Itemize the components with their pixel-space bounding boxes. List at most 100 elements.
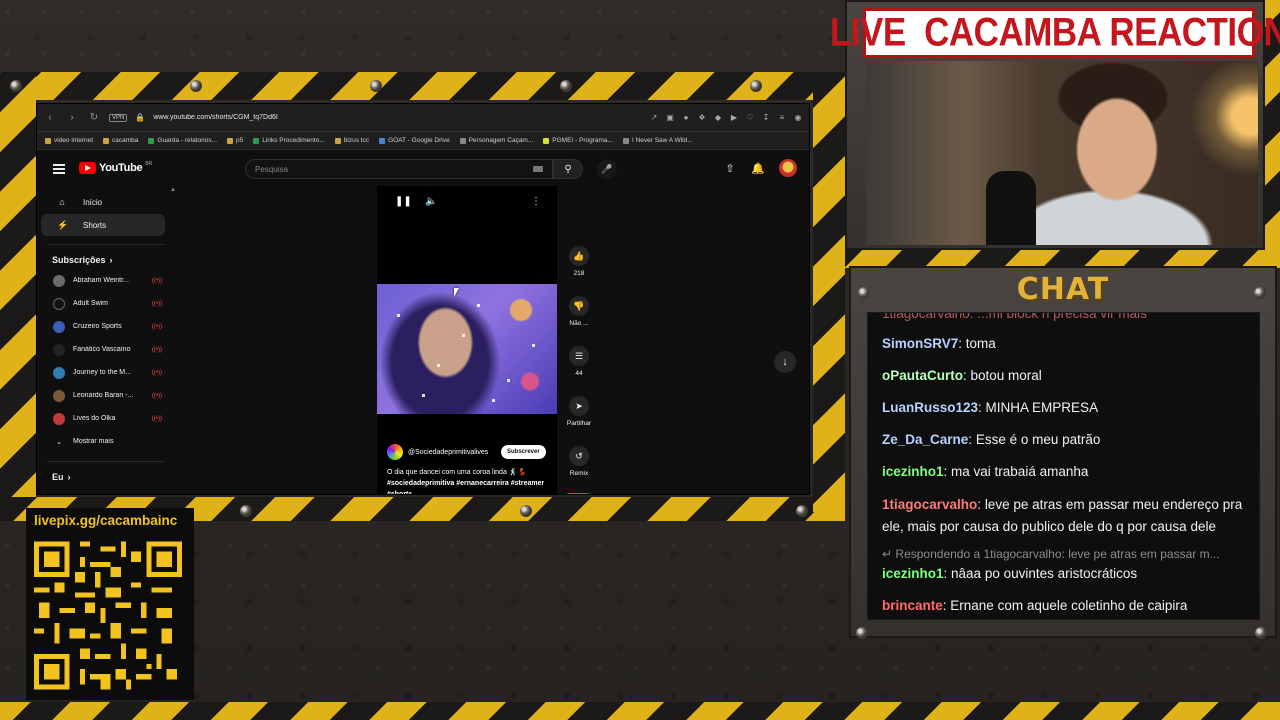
scroll-up-icon[interactable]: ▲ [170, 187, 176, 193]
sidebar-item-home[interactable]: ⌂ Início [41, 191, 165, 213]
channel-name[interactable]: @Sociedadeprimitivalives [408, 448, 496, 457]
back-icon[interactable]: ‹ [43, 112, 57, 123]
channel-avatar[interactable] [387, 444, 403, 460]
caption-hashtags[interactable]: #sociedadeprimitiva #ernanecarreira #str… [387, 478, 552, 494]
chat-text: toma [965, 336, 996, 351]
short-actions: 👍 218 👎 Não ... ☰ 44 ➤ Partilhar ↺ Remix [561, 246, 597, 494]
bookmark-item[interactable]: bizus tcc [334, 137, 370, 144]
bookmark-item[interactable]: Guarda - relatorios... [148, 137, 217, 144]
keyboard-icon[interactable] [533, 166, 543, 172]
chat-message: brincante: Ernane com aquele coletinho d… [882, 598, 1188, 613]
channel-avatar [53, 412, 65, 425]
folder-icon [45, 137, 51, 144]
dislike-action[interactable]: 👎 Não ... [569, 296, 589, 346]
bookmark-item[interactable]: p5 [227, 137, 243, 144]
subscription-item[interactable]: Leonardo Baran -... ((•)) [37, 384, 177, 407]
bookmark-item[interactable]: I Never Saw A Wild... [622, 137, 693, 144]
remix-action[interactable]: ↺ Remix [569, 446, 589, 494]
bolt [856, 627, 868, 639]
like-action[interactable]: 👍 218 [569, 246, 589, 296]
chat-text: nâaa po ouvintes aristocráticos [951, 566, 1138, 581]
bookmark-item[interactable]: video internet [45, 137, 93, 144]
browser-window: ‹ › ↻ VPN 🔒 www.youtube.com/shorts/CGM_t… [36, 103, 810, 495]
subscriptions-heading-label: Subscrições [52, 255, 106, 265]
reload-icon[interactable]: ↻ [87, 112, 101, 123]
bookmark-item[interactable]: PGMEI - Programa... [543, 137, 613, 144]
bolt [190, 80, 202, 92]
youtube-logo[interactable]: YouTube BR [79, 161, 152, 174]
subscription-item[interactable]: Cruzeiro Sports ((•)) [37, 315, 177, 338]
volume-icon[interactable]: 🔈 [425, 196, 437, 207]
bookmark-item[interactable]: Personagem Caçam... [459, 137, 533, 144]
address-bar[interactable]: www.youtube.com/shorts/CGM_tq7Dd6I [153, 114, 641, 121]
hamburger-menu-icon[interactable] [53, 164, 65, 174]
voice-search-button[interactable]: 🎤 [597, 159, 617, 179]
you-heading[interactable]: Eu › [37, 468, 177, 486]
bookmark-item[interactable]: cacamba [103, 137, 138, 144]
subscription-item[interactable]: Abraham Weintr... ((•)) [37, 269, 177, 292]
audio-thumbnail[interactable] [567, 493, 589, 494]
remix-label: Remix [569, 470, 589, 477]
share-action[interactable]: ➤ Partilhar [567, 396, 591, 446]
sidebar-item-shorts[interactable]: ⚡ Shorts [41, 214, 165, 236]
bolt [240, 505, 252, 517]
comments-action[interactable]: ☰ 44 [569, 346, 589, 396]
screenshot-icon[interactable]: ▣ [665, 113, 675, 122]
bookmark-item[interactable]: Links Procedimento... [253, 137, 325, 144]
bookmark-item[interactable]: GOAT - Google Drive [379, 137, 450, 144]
comment-icon[interactable]: ☰ [569, 346, 589, 366]
live-indicator-icon: ((•)) [151, 346, 162, 353]
search-input[interactable] [255, 164, 533, 174]
reply-reference: ↵ Respondendo a 1tiagocarvalho: leve pe … [882, 547, 1257, 561]
chat-username: icezinho1 [882, 566, 944, 581]
extension-icon[interactable]: ◆ [713, 113, 723, 122]
subscription-item[interactable]: Lives do Olka ((•)) [37, 407, 177, 430]
bookmark-label: bizus tcc [343, 137, 370, 144]
forward-icon[interactable]: › [65, 112, 79, 123]
chat-message: icezinho1: ma vai trabaiá amanha [882, 464, 1089, 479]
pause-icon[interactable]: ❚❚ [395, 196, 412, 207]
vpn-badge[interactable]: VPN [109, 113, 128, 122]
show-more-button[interactable]: ⌄ Mostrar mais [37, 430, 177, 453]
menu-icon[interactable]: ≡ [777, 113, 787, 122]
comment-count: 44 [575, 370, 583, 377]
home-icon: ⌂ [59, 197, 65, 207]
next-short-button[interactable]: ↓ [774, 351, 796, 373]
lock-icon[interactable]: 🔒 [135, 113, 145, 122]
play-icon[interactable]: ▶ [729, 113, 739, 122]
webcam-feed [866, 61, 1258, 245]
subscription-item[interactable]: Fanático Vascaíno ((•)) [37, 338, 177, 361]
more-options-icon[interactable]: ⋮ [531, 196, 541, 207]
bookmark-label: Links Procedimento... [262, 137, 325, 144]
arrow-down-icon: ↓ [782, 356, 788, 368]
dislike-label: Não ... [569, 320, 589, 327]
chat-username: LuanRusso123 [882, 400, 979, 415]
like-icon[interactable]: 👍 [569, 246, 589, 266]
extension-icon[interactable]: ❖ [697, 113, 707, 122]
subscription-item[interactable]: Journey to the M... ((•)) [37, 361, 177, 384]
account-avatar[interactable] [779, 159, 797, 177]
subscriptions-heading[interactable]: Subscrições › [37, 251, 177, 269]
share-icon[interactable]: ➤ [569, 396, 589, 416]
sidebar-item-label: Shorts [83, 220, 107, 230]
chat-text: Ernane com aquele coletinho de caipira [950, 598, 1188, 613]
heart-icon[interactable]: ♡ [745, 113, 755, 122]
reply-arrow-icon: ↵ [882, 547, 893, 561]
search-button[interactable]: ⚲ [553, 159, 583, 179]
subscription-label: Abraham Weintr... [73, 277, 129, 284]
remix-icon[interactable]: ↺ [569, 446, 589, 466]
download-icon[interactable]: ↧ [761, 113, 771, 122]
upload-icon[interactable]: ⇧ [723, 162, 737, 175]
folder-icon [227, 137, 234, 144]
subscribe-button[interactable]: Subscrever [501, 445, 546, 459]
subscription-label: Cruzeiro Sports [73, 323, 122, 330]
subscription-label: Adult Swim [73, 300, 109, 307]
subscription-item[interactable]: Adult Swim ((•)) [37, 292, 177, 315]
chat-text: Esse é o meu patrão [975, 432, 1101, 447]
hazard-stripe-footer [0, 702, 1280, 720]
share-page-icon[interactable]: ↗ [649, 113, 659, 122]
dislike-icon[interactable]: 👎 [569, 296, 589, 316]
notifications-bell-icon[interactable]: 🔔 [751, 162, 765, 175]
extension-icon[interactable]: ● [681, 113, 691, 122]
profile-icon[interactable]: ◉ [793, 113, 803, 122]
